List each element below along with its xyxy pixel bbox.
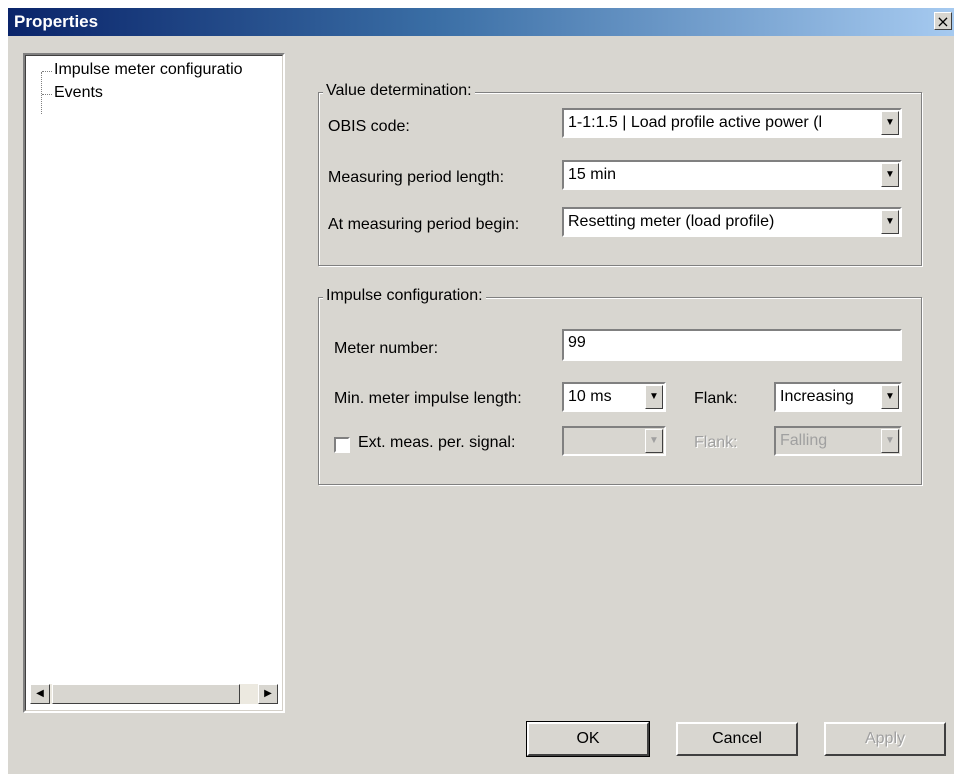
ext-signal-label: Ext. meas. per. signal: <box>358 434 516 451</box>
tree-item-label: Impulse meter configuratio <box>54 61 243 78</box>
tree-item-impulse-meter-configuration[interactable]: Impulse meter configuratio <box>42 61 243 79</box>
scroll-left-icon[interactable]: ◀ <box>30 684 50 704</box>
min-impulse-length-select[interactable]: 10 ms ▼ <box>562 382 666 412</box>
properties-dialog: Properties × Impulse meter configuratio … <box>8 8 954 774</box>
flank-label: Flank: <box>694 390 738 407</box>
min-impulse-length-value: 10 ms <box>568 388 612 405</box>
meter-number-field[interactable] <box>562 329 902 361</box>
measuring-period-begin-value: Resetting meter (load profile) <box>568 213 775 230</box>
ext-signal-checkbox[interactable] <box>334 437 350 453</box>
flank-value-disabled: Falling <box>780 432 828 449</box>
chevron-down-icon[interactable]: ▼ <box>881 210 899 234</box>
min-impulse-length-label: Min. meter impulse length: <box>334 390 522 407</box>
ext-signal-select[interactable]: ▼ <box>562 426 666 456</box>
tree-item-label: Events <box>54 84 103 101</box>
obis-code-value: 1-1:1.5 | Load profile active power (l <box>568 114 823 131</box>
title-bar[interactable]: Properties × <box>8 8 954 36</box>
chevron-down-icon[interactable]: ▼ <box>881 429 899 453</box>
obis-code-label: OBIS code: <box>328 118 410 135</box>
chevron-down-icon[interactable]: ▼ <box>881 111 899 135</box>
chevron-down-icon[interactable]: ▼ <box>881 163 899 187</box>
navigation-tree[interactable]: Impulse meter configuratio Events ◀ ▶ <box>23 53 285 713</box>
value-determination-title: Value determination: <box>323 82 475 100</box>
ok-button[interactable]: OK <box>526 721 650 757</box>
close-icon[interactable]: × <box>934 12 952 30</box>
impulse-configuration-title: Impulse configuration: <box>323 287 486 305</box>
obis-code-select[interactable]: 1-1:1.5 | Load profile active power (l ▼ <box>562 108 902 138</box>
flank-select-disabled[interactable]: Falling ▼ <box>774 426 902 456</box>
meter-number-label: Meter number: <box>334 340 439 357</box>
chevron-down-icon[interactable]: ▼ <box>645 429 663 453</box>
measuring-period-begin-label: At measuring period begin: <box>328 216 520 233</box>
tree-item-events[interactable]: Events <box>42 84 103 102</box>
flank-select[interactable]: Increasing ▼ <box>774 382 902 412</box>
chevron-down-icon[interactable]: ▼ <box>881 385 899 409</box>
measuring-period-begin-select[interactable]: Resetting meter (load profile) ▼ <box>562 207 902 237</box>
measuring-period-length-value: 15 min <box>568 166 617 183</box>
flank-label-disabled: Flank: <box>694 434 738 451</box>
cancel-button[interactable]: Cancel <box>676 722 798 756</box>
flank-value: Increasing <box>780 388 854 405</box>
window-title: Properties <box>14 12 99 31</box>
scroll-thumb[interactable] <box>52 684 240 704</box>
chevron-down-icon[interactable]: ▼ <box>645 385 663 409</box>
apply-button[interactable]: Apply <box>824 722 946 756</box>
horizontal-scrollbar[interactable]: ◀ ▶ <box>30 684 278 704</box>
measuring-period-length-select[interactable]: 15 min ▼ <box>562 160 902 190</box>
scroll-right-icon[interactable]: ▶ <box>258 684 278 704</box>
meter-number-input[interactable] <box>566 333 890 353</box>
measuring-period-length-label: Measuring period length: <box>328 169 505 186</box>
